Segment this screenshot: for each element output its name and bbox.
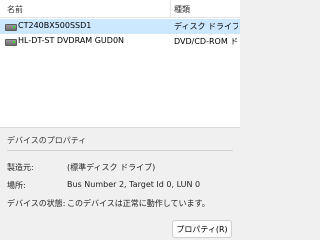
drive-list: 名前 種類 CT240BX500SSD1 ディスク ドライブ HL-DT-ST … [0, 0, 240, 128]
list-header: 名前 種類 [0, 0, 240, 18]
manufacturer-label: 製造元: [7, 163, 34, 172]
column-header-type[interactable]: 種類 [174, 4, 190, 15]
device-status-label: デバイスの状態: [7, 199, 66, 208]
drive-type: DVD/CD-ROM ドライブ [174, 37, 238, 46]
location-label: 場所: [7, 181, 26, 190]
column-divider[interactable] [170, 0, 171, 17]
location-value: Bus Number 2, Target Id 0, LUN 0 [67, 180, 201, 189]
divider [7, 150, 233, 151]
device-status-value: このデバイスは正常に動作しています。 [67, 199, 210, 208]
column-header-name[interactable]: 名前 [7, 4, 23, 15]
drive-row-ssd[interactable]: CT240BX500SSD1 ディスク ドライブ [0, 19, 240, 34]
manufacturer-value: (標準ディスク ドライブ) [67, 163, 156, 172]
device-properties-title: デバイスのプロパティ [7, 136, 87, 145]
drive-type: ディスク ドライブ [174, 22, 238, 31]
drive-name: HL-DT-ST DVDRAM GUD0N [18, 36, 125, 45]
drive-row-dvd[interactable]: HL-DT-ST DVDRAM GUD0N DVD/CD-ROM ドライブ [0, 34, 240, 49]
drive-icon [5, 39, 17, 46]
drive-icon [5, 24, 17, 31]
properties-button[interactable]: プロパティ(R) [172, 220, 232, 238]
drive-name: CT240BX500SSD1 [18, 21, 92, 30]
